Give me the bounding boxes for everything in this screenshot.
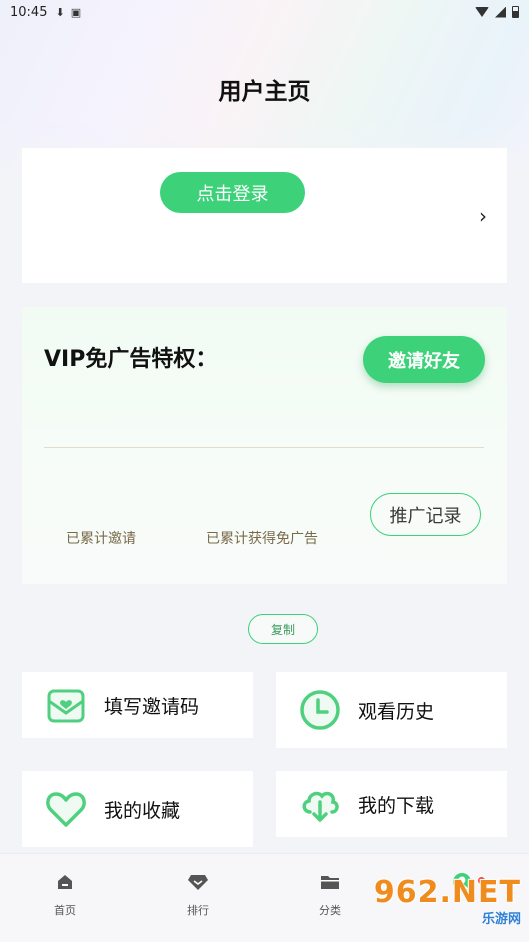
tab-ranking[interactable]: 排行 <box>168 872 228 918</box>
watch-history-label: 观看历史 <box>358 700 435 723</box>
tab-category-label: 分类 <box>319 904 341 917</box>
login-card[interactable]: 点击登录 › <box>22 148 507 283</box>
vip-title: VIP免广告特权： <box>44 347 218 372</box>
tab-home[interactable]: 首页 <box>35 872 95 918</box>
my-favorites-label: 我的收藏 <box>104 799 181 822</box>
fill-invite-code-label: 填写邀请码 <box>104 695 200 718</box>
envelope-heart-icon <box>44 683 88 727</box>
status-bar: 10:45 ⬇ ▣ <box>0 0 529 24</box>
watermark-logo: 962.NET 乐游网 <box>374 860 529 942</box>
diamond-icon <box>188 872 208 892</box>
stat-invited-label: 已累计邀请 <box>66 531 136 547</box>
fill-invite-code-card[interactable]: 填写邀请码 <box>22 672 253 738</box>
cloud-download-icon <box>298 782 342 826</box>
chevron-right-icon[interactable]: › <box>479 204 487 228</box>
promotion-records-button[interactable]: 推广记录 <box>370 493 481 536</box>
watermark-sub: 乐游网 <box>481 912 521 927</box>
login-button[interactable]: 点击登录 <box>160 172 305 213</box>
battery-icon <box>512 6 519 18</box>
tab-ranking-label: 排行 <box>187 904 209 917</box>
watermark-main: 962.NET <box>373 875 521 910</box>
home-icon <box>55 872 75 892</box>
tab-home-label: 首页 <box>54 904 76 917</box>
tab-category[interactable]: 分类 <box>300 872 360 918</box>
clock-icon <box>298 688 342 732</box>
my-favorites-card[interactable]: 我的收藏 <box>22 771 253 847</box>
download-icon: ⬇ <box>55 5 65 19</box>
stat-free-ads-label: 已累计获得免广告 <box>206 531 318 547</box>
page-title: 用户主页 <box>218 79 311 105</box>
my-downloads-card[interactable]: 我的下载 <box>276 771 507 837</box>
status-time: 10:45 <box>10 4 48 20</box>
invite-friends-button[interactable]: 邀请好友 <box>363 336 485 383</box>
watch-history-card[interactable]: 观看历史 <box>276 672 507 748</box>
notification-icon: ▣ <box>70 5 82 19</box>
heart-icon <box>44 787 88 831</box>
wifi-icon <box>475 7 489 17</box>
signal-icon <box>495 6 506 18</box>
folder-icon <box>320 872 340 892</box>
vip-card: VIP免广告特权： 邀请好友 推广记录 已累计邀请 已累计获得免广告 <box>22 307 507 584</box>
vip-divider <box>44 447 484 448</box>
my-downloads-label: 我的下载 <box>358 794 435 817</box>
copy-button[interactable]: 复制 <box>248 614 318 644</box>
